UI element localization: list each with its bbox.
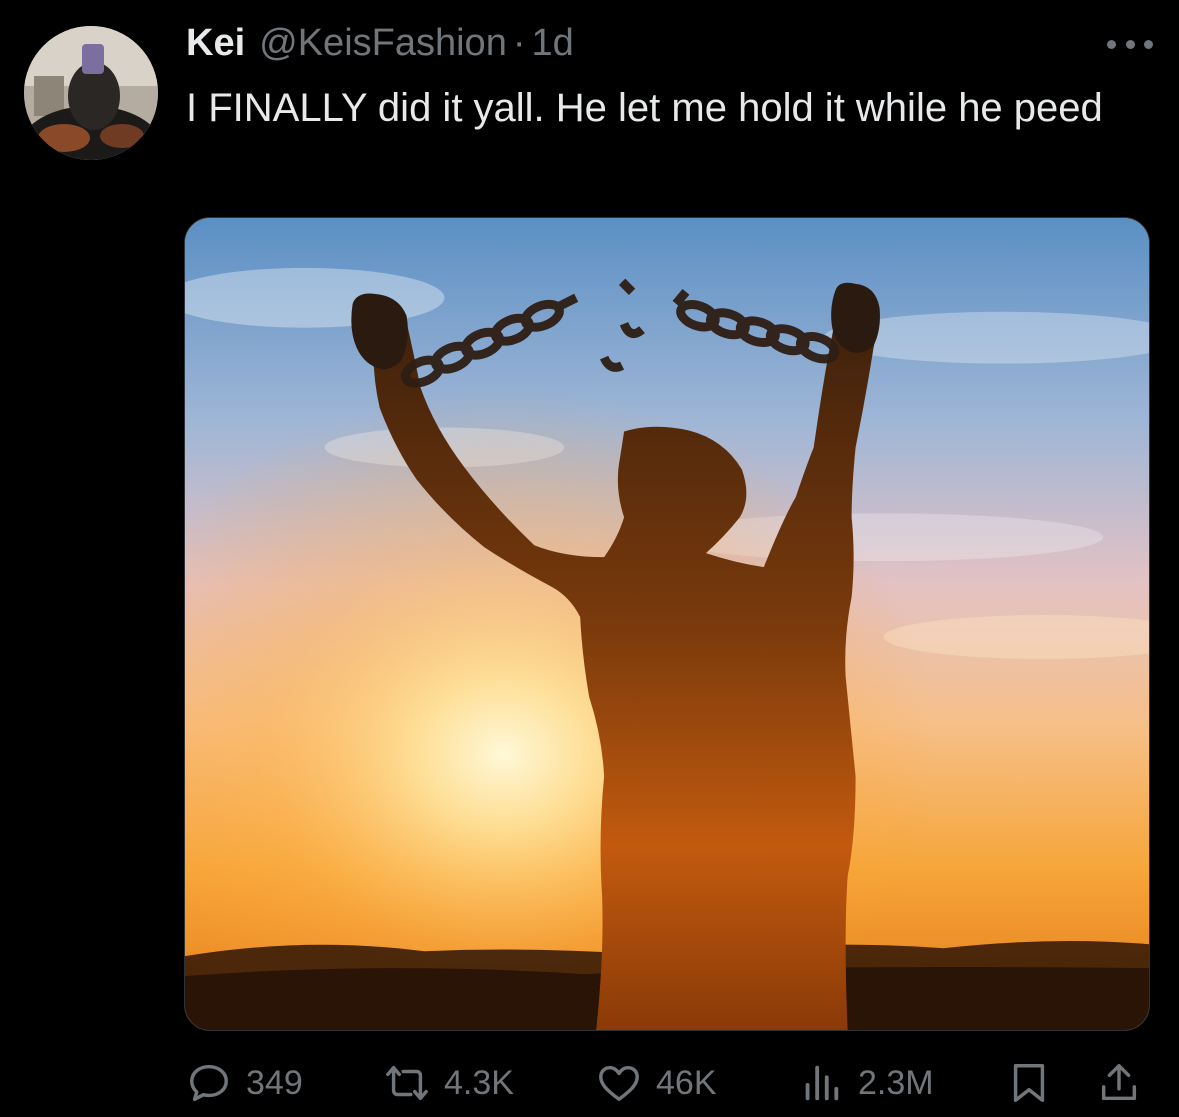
like-count: 46K	[656, 1063, 717, 1102]
tweet-header: Kei @KeisFashion · 1d	[186, 22, 1119, 72]
views-count: 2.3M	[858, 1063, 934, 1102]
bookmark-icon	[1013, 1064, 1045, 1102]
more-dot	[1144, 39, 1153, 49]
like-button[interactable]: 46K	[596, 1055, 717, 1111]
broken-chains-sunset-image	[185, 218, 1149, 1030]
author-name[interactable]: Kei	[186, 22, 245, 65]
avatar-image	[24, 26, 158, 160]
more-dot	[1125, 39, 1135, 49]
more-dots-icon[interactable]	[1107, 36, 1153, 52]
retweet-button[interactable]: 4.3K	[384, 1055, 514, 1111]
tweet-timestamp[interactable]: 1d	[531, 22, 573, 65]
share-icon	[1101, 1064, 1137, 1101]
tweet[interactable]: Kei @KeisFashion · 1d I FINALLY did it y…	[0, 0, 1179, 1117]
separator-dot: ·	[512, 22, 526, 64]
tweet-text: I FINALLY did it yall. He let me hold it…	[186, 86, 1103, 130]
avatar[interactable]	[24, 26, 158, 160]
views-chart-icon	[805, 1065, 839, 1101]
views-button[interactable]: 2.3M	[798, 1055, 934, 1111]
author-handle[interactable]: @KeisFashion	[259, 22, 507, 65]
reply-button[interactable]: 349	[186, 1055, 303, 1111]
bookmark-button[interactable]	[1006, 1055, 1052, 1111]
more-dot	[1107, 39, 1116, 49]
reply-icon	[190, 1064, 228, 1102]
tweet-actions: 349 4.3K 46K 2.3M	[186, 1055, 1146, 1115]
retweet-icon	[386, 1065, 428, 1101]
share-button[interactable]	[1096, 1055, 1142, 1111]
retweet-count: 4.3K	[444, 1063, 514, 1102]
reply-count: 349	[246, 1063, 303, 1102]
heart-icon	[599, 1065, 639, 1102]
tweet-image[interactable]	[184, 217, 1150, 1031]
